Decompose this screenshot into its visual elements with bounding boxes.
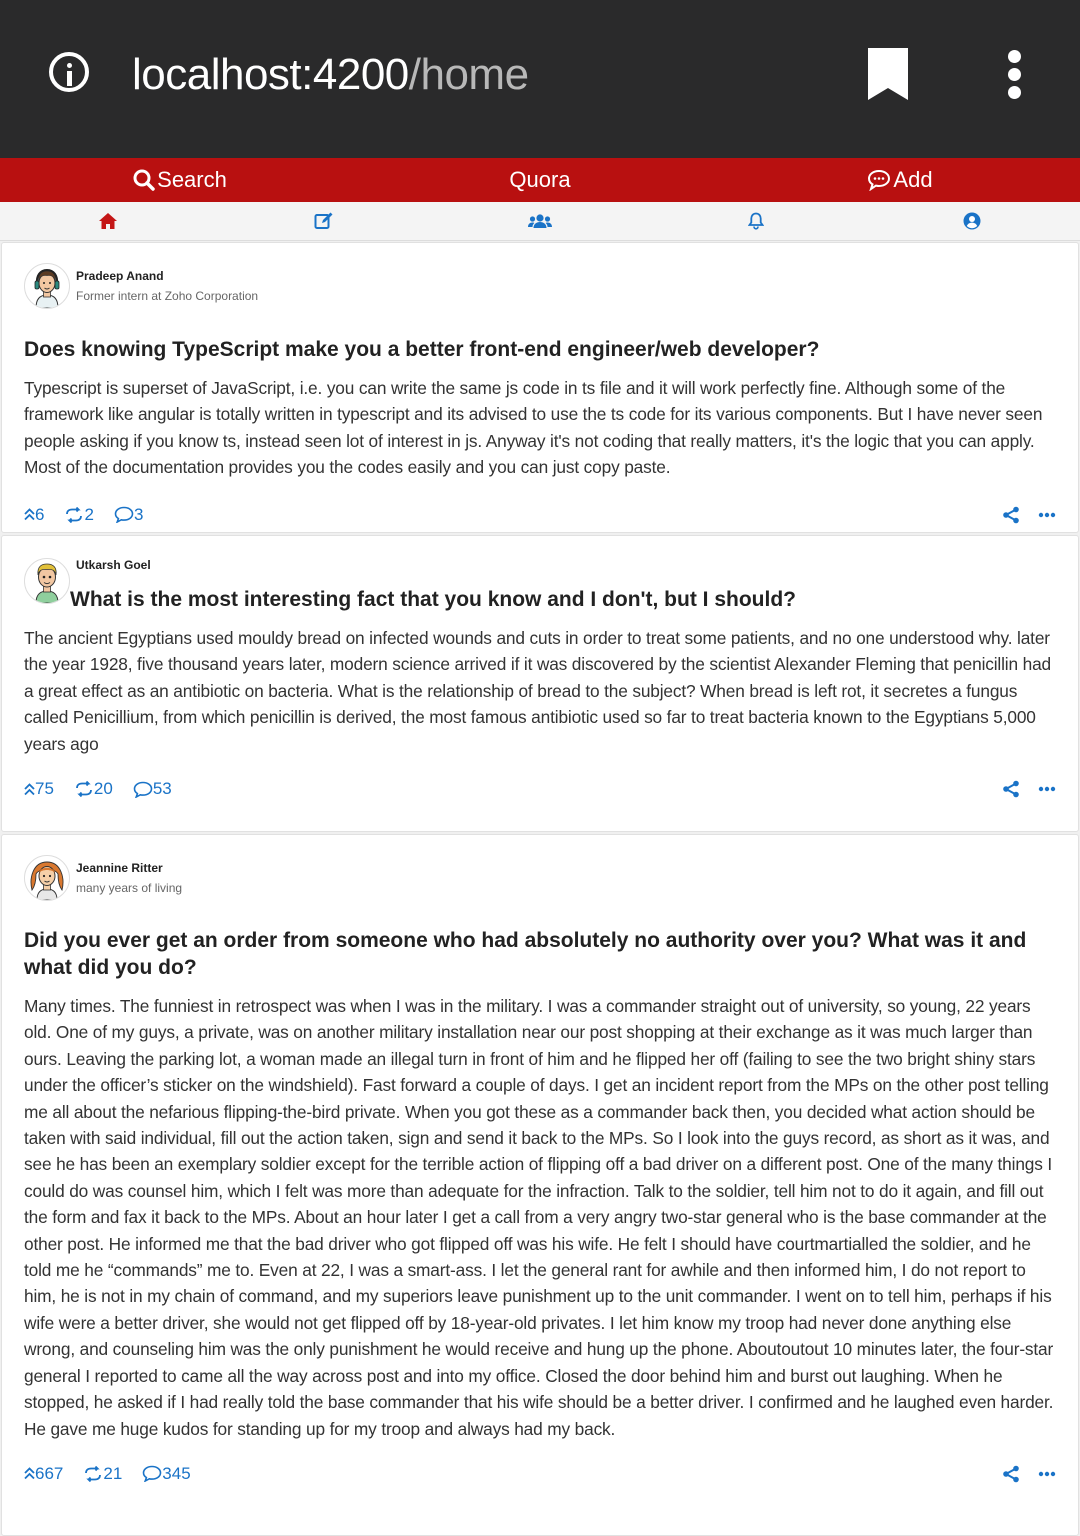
- action-bar: 75 20 53: [24, 771, 1056, 807]
- author-credential: Former intern at Zoho Corporation: [76, 289, 259, 303]
- add-button[interactable]: Add: [720, 167, 1080, 193]
- answer-card: Pradeep Anand Former intern at Zoho Corp…: [1, 242, 1079, 533]
- avatar[interactable]: [24, 558, 70, 604]
- action-bar: 6 2 3: [24, 497, 1056, 533]
- users-icon: [528, 214, 552, 228]
- comment-icon: [114, 506, 134, 524]
- upvote-button[interactable]: 75: [24, 779, 54, 799]
- share-icon[interactable]: [1002, 1465, 1020, 1483]
- answer-text: The ancient Egyptians used mouldy bread …: [24, 628, 1051, 754]
- avatar[interactable]: [24, 263, 70, 309]
- brand-label: Quora: [509, 167, 571, 192]
- home-icon: [99, 213, 117, 229]
- bookmark-icon[interactable]: [866, 46, 910, 102]
- tab-home[interactable]: [0, 212, 216, 230]
- more-icon[interactable]: [1038, 1471, 1056, 1477]
- comment-count: 53: [152, 779, 172, 799]
- answer-card: Jeannine Ritter many years of living Did…: [1, 834, 1079, 1536]
- share-icon[interactable]: [1002, 780, 1020, 798]
- reshare-count: 20: [93, 779, 113, 799]
- avatar[interactable]: [24, 855, 70, 901]
- upvote-count: 6: [35, 504, 45, 524]
- tab-write[interactable]: [216, 212, 432, 230]
- reshare-button[interactable]: 2: [64, 504, 94, 525]
- action-bar: 667 21 345: [24, 1456, 1056, 1492]
- author-name[interactable]: Utkarsh Goel: [76, 558, 796, 572]
- comment-count: 3: [133, 504, 144, 524]
- chat-icon: [868, 169, 891, 191]
- comment-button[interactable]: 53: [133, 779, 172, 799]
- reshare-button[interactable]: 21: [83, 1464, 122, 1484]
- upvote-icon: [24, 508, 35, 521]
- comment-icon: [142, 1466, 162, 1483]
- upvote-icon: [24, 1467, 35, 1480]
- more-icon[interactable]: [1038, 512, 1056, 518]
- reshare-icon: [76, 781, 92, 798]
- author-name[interactable]: Jeannine Ritter: [76, 861, 182, 875]
- comment-button[interactable]: 345: [142, 1463, 191, 1484]
- comment-button[interactable]: 3: [114, 505, 143, 525]
- add-label: Add: [893, 167, 933, 192]
- url-path: /home: [408, 50, 529, 99]
- browser-toolbar: localhost:4200/home: [0, 0, 1080, 158]
- edit-icon: [314, 212, 333, 229]
- answer-text: Typescript is superset of JavaScript, i.…: [24, 378, 1043, 478]
- top-nav: Search Quora Add: [0, 158, 1080, 202]
- section-tabs: [0, 202, 1080, 241]
- search-icon: [133, 169, 155, 191]
- reshare-count: 2: [84, 504, 94, 524]
- tab-people[interactable]: [432, 213, 648, 229]
- more-icon[interactable]: [1038, 786, 1056, 792]
- info-icon[interactable]: [49, 52, 89, 92]
- reshare-button[interactable]: 20: [74, 779, 113, 799]
- upvote-button[interactable]: 667: [24, 1464, 63, 1484]
- question-title[interactable]: What is the most interesting fact that y…: [70, 586, 796, 613]
- answer-text: Many times. The funniest in retrospect w…: [24, 996, 1054, 1439]
- question-title[interactable]: Did you ever get an order from someone w…: [24, 927, 1056, 981]
- upvote-button[interactable]: 6: [24, 505, 44, 525]
- comment-count: 345: [162, 1463, 191, 1483]
- comment-icon: [133, 781, 153, 798]
- share-icon[interactable]: [1002, 506, 1020, 524]
- author-block: Jeannine Ritter many years of living: [2, 835, 1078, 901]
- upvote-count: 667: [35, 1463, 64, 1483]
- author-name[interactable]: Pradeep Anand: [76, 269, 258, 283]
- tab-profile[interactable]: [864, 212, 1080, 230]
- brand-link[interactable]: Quora: [360, 167, 720, 193]
- reshare-count: 21: [103, 1463, 123, 1483]
- search-button[interactable]: Search: [0, 167, 360, 193]
- author-credential: many years of living: [76, 881, 183, 895]
- address-bar[interactable]: localhost:4200/home: [132, 50, 529, 100]
- author-block: Pradeep Anand Former intern at Zoho Corp…: [2, 243, 1078, 309]
- overflow-menu-icon[interactable]: [1006, 50, 1022, 100]
- author-block: Utkarsh Goel What is the most interestin…: [2, 536, 1078, 613]
- reshare-icon: [66, 506, 83, 523]
- tab-notifications[interactable]: [648, 212, 864, 230]
- search-label: Search: [157, 167, 227, 192]
- profile-icon: [963, 212, 981, 230]
- question-title[interactable]: Does knowing TypeScript make you a bette…: [24, 336, 1056, 363]
- answer-card: Utkarsh Goel What is the most interestin…: [1, 535, 1079, 832]
- bell-icon: [748, 212, 764, 230]
- reshare-icon: [85, 1465, 102, 1482]
- url-host: localhost:4200: [132, 50, 409, 99]
- upvote-count: 75: [35, 779, 54, 799]
- upvote-icon: [24, 782, 35, 795]
